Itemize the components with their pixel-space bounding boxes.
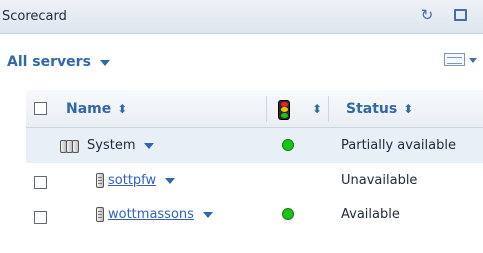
column-header-status[interactable]: Status ⬍ [346, 101, 413, 117]
chevron-down-icon[interactable] [144, 142, 155, 149]
row-checkbox[interactable] [34, 176, 47, 189]
traffic-light-icon [278, 100, 290, 120]
system-name-cell[interactable]: System [60, 138, 155, 153]
server-name-cell[interactable]: sottpfw [96, 173, 176, 188]
refresh-icon[interactable]: ↻ [418, 6, 436, 24]
chevron-down-icon[interactable] [202, 211, 213, 218]
scorecard-panel: Scorecard ↻ All servers Name ⬍ ⬍ Status … [0, 0, 483, 253]
row-checkbox[interactable] [34, 211, 47, 224]
health-green-icon [282, 208, 294, 220]
chevron-down-icon [469, 57, 477, 63]
scope-dropdown[interactable]: All servers [7, 54, 110, 70]
table-header-row: Name ⬍ ⬍ Status ⬍ [26, 90, 483, 128]
health-green-icon [282, 139, 294, 151]
select-all-checkbox[interactable] [34, 102, 47, 115]
row-status: Available [341, 207, 400, 222]
table-row[interactable]: System Partially available [26, 128, 483, 164]
column-divider [266, 96, 267, 122]
system-icon [60, 139, 82, 153]
column-header-name[interactable]: Name ⬍ [66, 101, 127, 117]
panel-title: Scorecard [2, 9, 67, 24]
scope-label: All servers [7, 54, 91, 70]
table-view-icon [444, 53, 465, 66]
row-status: Partially available [341, 138, 456, 153]
panel-titlebar: Scorecard ↻ [0, 0, 483, 34]
column-divider [328, 96, 329, 122]
maximize-icon[interactable] [451, 6, 469, 24]
table-view-menu[interactable] [444, 53, 477, 66]
sort-icon[interactable]: ⬍ [312, 103, 322, 115]
column-header-name-label: Name [66, 101, 112, 117]
server-name-cell[interactable]: wottmassons [96, 207, 213, 222]
chevron-down-icon[interactable] [165, 177, 176, 184]
server-link[interactable]: wottmassons [108, 207, 194, 222]
server-link[interactable]: sottpfw [108, 173, 156, 188]
row-name: System [87, 138, 136, 153]
server-icon [96, 173, 104, 188]
table-row[interactable]: sottpfw Unavailable [26, 164, 483, 198]
chevron-down-icon [99, 59, 110, 66]
sort-icon: ⬍ [403, 102, 414, 116]
scope-bar: All servers [0, 34, 483, 90]
row-status: Unavailable [341, 173, 418, 188]
server-icon [96, 207, 104, 222]
table-row[interactable]: wottmassons Available [26, 198, 483, 232]
sort-icon: ⬍ [117, 102, 128, 116]
column-header-status-label: Status [346, 101, 398, 117]
scorecard-table: Name ⬍ ⬍ Status ⬍ System Partially avail… [26, 90, 483, 240]
